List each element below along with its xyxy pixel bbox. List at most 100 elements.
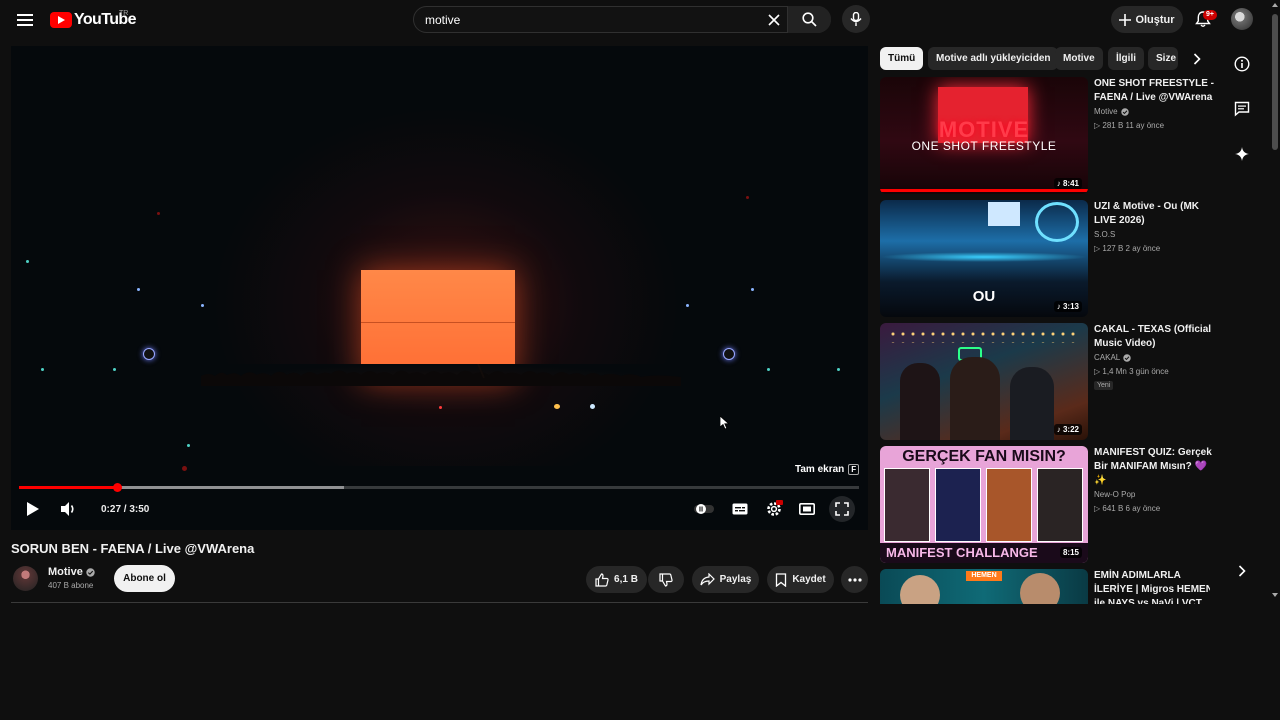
view-count: 281 B <box>1102 121 1124 130</box>
recommendation-item[interactable]: OU ♪ 3:13 UZI & Motive - Ou (MK LIVE 202… <box>880 200 1210 318</box>
video-title: SORUN BEN - FAENA / Live @VWArena <box>11 541 255 556</box>
create-label: Oluştur <box>1135 13 1175 26</box>
thumbnail-subtext: ONE SHOT FREESTYLE <box>911 139 1057 153</box>
recommendation-channel[interactable]: New-O Pop <box>1094 490 1135 499</box>
crowd-silhouette <box>201 363 681 386</box>
recommendation-channel[interactable]: Motive <box>1094 107 1118 116</box>
menu-icon[interactable] <box>14 10 36 30</box>
plus-icon <box>1119 13 1132 26</box>
stage-light <box>746 196 749 199</box>
channel-subscribers: 407 B abone <box>48 581 94 590</box>
recommendation-item[interactable]: ♪ 3:22 CAKAL - TEXAS (Official Music Vid… <box>880 323 1211 441</box>
search-button[interactable] <box>787 6 831 33</box>
video-thumbnail[interactable]: GERÇEK FAN MISIN? MANIFEST CHALLANGE 8:1… <box>880 446 1088 563</box>
view-count: 127 B <box>1102 244 1124 253</box>
microphone-icon[interactable] <box>842 5 870 33</box>
autoplay-toggle[interactable] <box>693 499 715 519</box>
thumbnail-figure <box>950 357 1000 440</box>
recommendation-title[interactable]: MANIFEST QUIZ: Gerçek Bir MANIFAM Mısın?… <box>1094 446 1218 488</box>
video-thumbnail[interactable]: ♪ 3:22 <box>880 323 1088 440</box>
recommendation-title[interactable]: CAKAL - TEXAS (Official Music Video) <box>1094 323 1218 351</box>
chip-related[interactable]: İlgili <box>1108 47 1144 70</box>
volume-icon[interactable] <box>59 499 79 519</box>
watched-progress <box>880 189 1088 192</box>
recommendation-channel[interactable]: S.O.S <box>1094 230 1115 239</box>
recommendation-title[interactable]: ONE SHOT FREESTYLE - FAENA / Live @VWAre… <box>1094 77 1218 105</box>
sparkle-icon[interactable] <box>1232 144 1252 164</box>
save-button[interactable]: Kaydet <box>767 566 834 593</box>
stage-light <box>187 444 190 447</box>
top-bar: YouTube TR Oluştur 9+ <box>0 0 1280 40</box>
thumbnail-face <box>900 575 940 604</box>
video-thumbnail[interactable]: HEMEN <box>880 569 1088 604</box>
chip-from-uploader[interactable]: Motive adlı yükleyiciden <box>928 47 1059 70</box>
progress-scrubber[interactable] <box>113 483 123 492</box>
recommendation-title[interactable]: EMİN ADIMLARLA İLERİYE | Migros HEMEN il… <box>1094 569 1210 604</box>
share-icon <box>700 573 715 586</box>
recommendation-item[interactable]: HEMEN EMİN ADIMLARLA İLERİYE | Migros HE… <box>880 569 1210 604</box>
subtitles-icon[interactable] <box>729 499 751 519</box>
info-icon[interactable] <box>1232 54 1252 74</box>
chip-motive[interactable]: Motive <box>1055 47 1103 70</box>
dislike-button[interactable] <box>648 566 684 593</box>
thumbnail-figure <box>1010 367 1054 440</box>
youtube-play-icon <box>50 12 72 28</box>
upload-age: 2 ay önce <box>1125 244 1161 253</box>
thumbnail-lights <box>888 329 1078 343</box>
youtube-logo[interactable]: YouTube TR <box>50 10 136 30</box>
chip-for-you[interactable]: Size <box>1148 47 1178 70</box>
recommendation-channel[interactable]: CAKAL <box>1094 353 1120 362</box>
recommendation-channel-row: S.O.S <box>1094 230 1115 239</box>
chevron-right-icon[interactable] <box>1232 561 1252 581</box>
account-avatar[interactable] <box>1231 8 1253 30</box>
recommendation-item[interactable]: GERÇEK FAN MISIN? MANIFEST CHALLANGE 8:1… <box>880 446 1212 564</box>
share-button[interactable]: Paylaş <box>692 566 759 593</box>
create-button[interactable]: Oluştur <box>1111 6 1183 33</box>
thumbnail-text: HEMEN <box>966 571 1002 581</box>
like-button[interactable]: 6,1 B <box>586 566 647 593</box>
channel-name-row[interactable]: Motive <box>48 566 95 578</box>
mouse-cursor-icon <box>719 415 730 435</box>
recommendation-meta: ▷ 641 B 6 ay önce <box>1094 504 1161 513</box>
divider <box>11 602 868 603</box>
share-label: Paylaş <box>719 574 752 585</box>
verified-check-icon <box>1123 353 1131 362</box>
video-thumbnail[interactable]: OU ♪ 3:13 <box>880 200 1088 317</box>
theater-mode-icon[interactable] <box>796 499 818 519</box>
chip-all[interactable]: Tümü <box>880 47 924 70</box>
channel-avatar[interactable] <box>13 566 38 591</box>
video-thumbnail[interactable]: MOTIVE ONE SHOT FREESTYLE ♪ 8:41 <box>880 77 1088 194</box>
duration-text: 8:41 <box>1062 179 1079 188</box>
stage-light <box>201 304 204 307</box>
thumbnail-screen <box>988 202 1020 226</box>
duration-text: 3:22 <box>1062 425 1079 434</box>
search-input[interactable] <box>414 12 761 27</box>
comments-icon[interactable] <box>1232 99 1252 119</box>
chevron-right-icon[interactable] <box>1186 48 1208 70</box>
thumbnail-photo <box>935 468 981 542</box>
more-actions-button[interactable] <box>841 566 868 593</box>
recommendation-channel-row: New-O Pop <box>1094 490 1135 499</box>
thumbnail-figure <box>900 363 940 440</box>
stage-light <box>554 404 560 409</box>
video-duration: ♪ 3:22 <box>1053 424 1082 435</box>
recommendation-meta: ▷ 281 B 11 ay önce <box>1094 121 1165 130</box>
settings-gear-icon[interactable] <box>763 498 785 520</box>
scrollbar-thumb[interactable] <box>1272 14 1278 150</box>
subscribe-button[interactable]: Abone ol <box>114 565 175 592</box>
close-icon[interactable] <box>761 7 787 33</box>
stage-light <box>157 212 160 215</box>
recommendation-title[interactable]: UZI & Motive - Ou (MK LIVE 2026) <box>1094 200 1218 228</box>
fullscreen-icon[interactable] <box>829 496 855 522</box>
thumbnail-photo <box>986 468 1032 542</box>
video-player[interactable]: Tam ekran F 0:27 / 3:50 <box>11 46 868 530</box>
thumbnail-subtext: MANIFEST CHALLANGE <box>880 543 1088 563</box>
duration-text: 3:13 <box>1062 302 1079 311</box>
search-box <box>413 6 831 33</box>
recommendation-item[interactable]: MOTIVE ONE SHOT FREESTYLE ♪ 8:41 ONE SHO… <box>880 77 1214 195</box>
thumbnail-text: GERÇEK FAN MISIN? <box>902 448 1066 465</box>
play-icon[interactable] <box>23 499 43 519</box>
search-icon <box>802 12 817 27</box>
channel-name[interactable]: Motive <box>48 566 83 578</box>
progress-bar[interactable] <box>19 483 859 492</box>
